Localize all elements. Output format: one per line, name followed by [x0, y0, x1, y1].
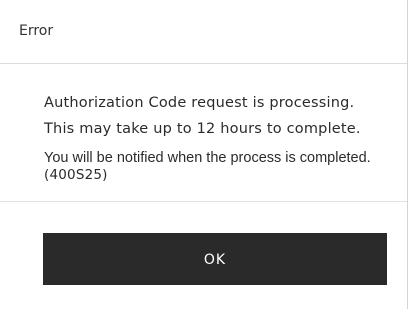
message-line-1: Authorization Code request is processing…	[44, 95, 355, 111]
ok-button[interactable]: OK	[43, 233, 387, 285]
error-dialog: Error Authorization Code request is proc…	[0, 0, 408, 309]
message-line-3: You will be notified when the process is…	[44, 150, 384, 184]
message-line-2: This may take up to 12 hours to complete…	[44, 121, 361, 137]
dialog-header: Error	[0, 0, 407, 64]
error-code: (400S25)	[44, 167, 108, 183]
dialog-body: Authorization Code request is processing…	[0, 64, 407, 202]
dialog-title: Error	[19, 23, 54, 39]
notification-text: You will be notified when the process is…	[44, 150, 371, 166]
